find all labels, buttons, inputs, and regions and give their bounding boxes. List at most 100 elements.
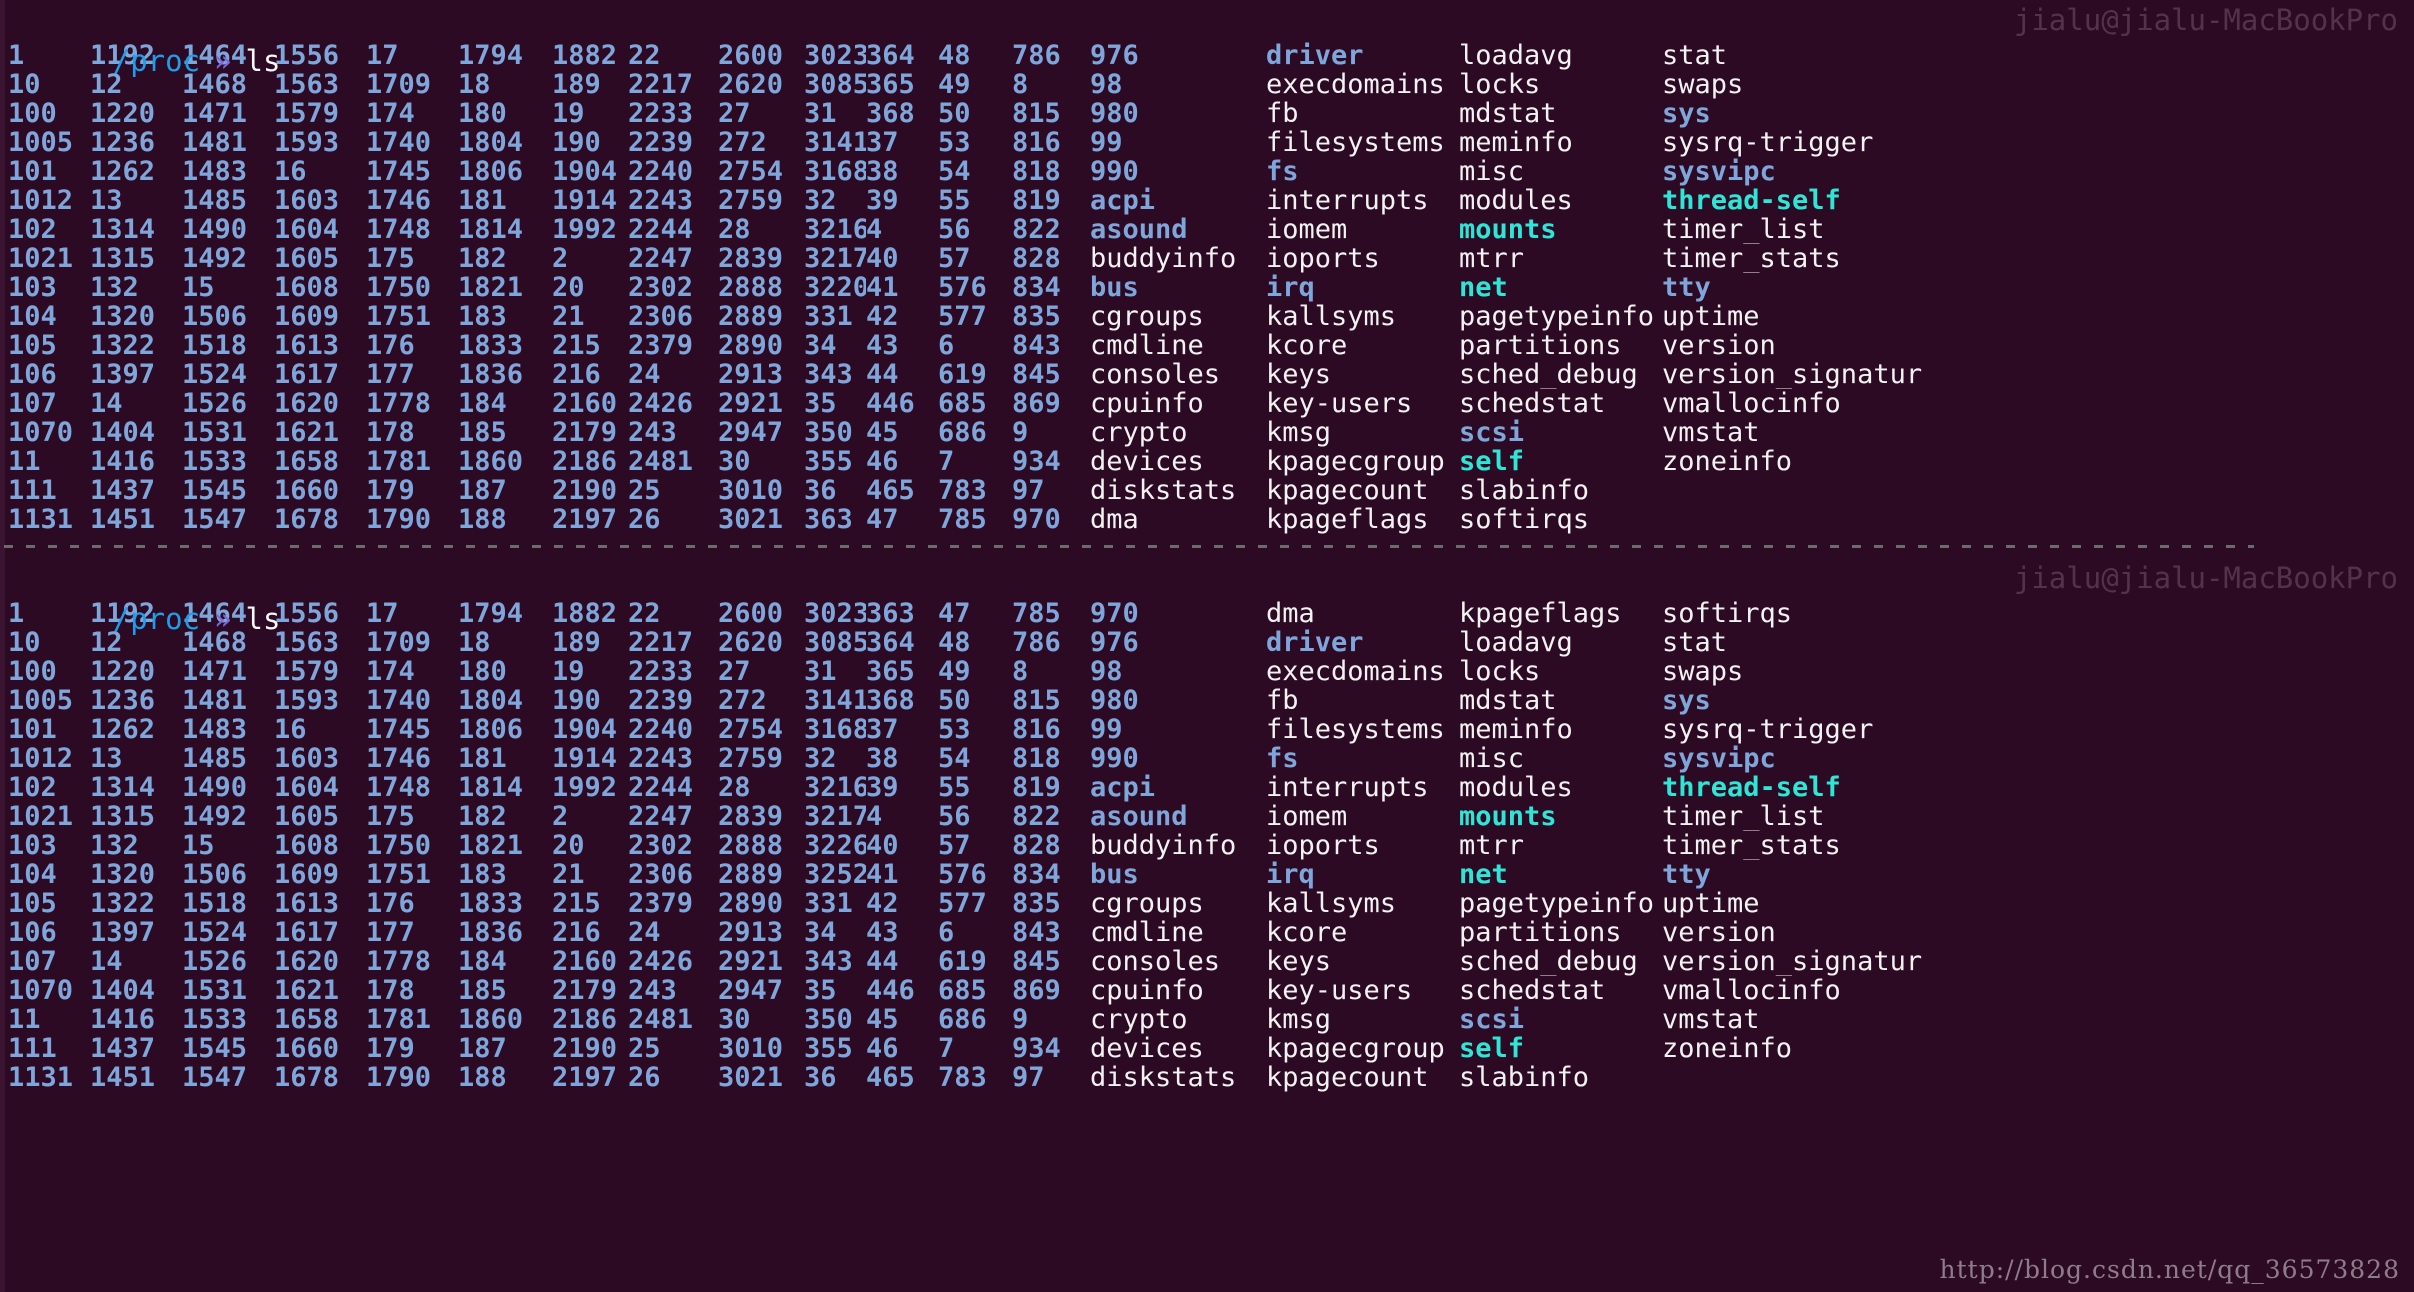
proc-pid-entry: 24	[628, 918, 661, 947]
proc-file-entry: sysrq-trigger	[1662, 128, 1874, 157]
proc-file-entry: kpageflags	[1266, 505, 1429, 534]
proc-pid-entry: 182	[458, 244, 507, 273]
proc-pid-entry: 1593	[274, 686, 340, 715]
proc-pid-entry: 43	[866, 331, 899, 360]
proc-pid-entry: 2186	[552, 447, 618, 476]
proc-file-entry: softirqs	[1459, 505, 1590, 534]
proc-file-entry: schedstat	[1459, 389, 1606, 418]
proc-symlink-entry: mounts	[1459, 802, 1557, 831]
proc-pid-entry: 1709	[366, 70, 432, 99]
proc-pid-entry: 54	[938, 157, 971, 186]
proc-pid-entry: 3141	[804, 128, 866, 157]
proc-file-entry: locks	[1459, 70, 1541, 99]
proc-pid-entry: 4	[866, 802, 883, 831]
proc-pid-entry: 2	[552, 244, 569, 273]
proc-file-entry: locks	[1459, 657, 1541, 686]
proc-pid-entry: 1485	[182, 744, 248, 773]
proc-file-entry: devices	[1090, 447, 1204, 476]
proc-pid-entry: 188	[458, 505, 507, 534]
proc-pid-entry: 178	[366, 976, 415, 1005]
proc-file-entry: stat	[1662, 628, 1728, 657]
proc-pid-entry: 1437	[90, 1034, 156, 1063]
proc-file-entry: execdomains	[1266, 657, 1445, 686]
ls-output-grid-2: 1 1192 1464 1556 17 1794 1882 22 2600 3023363 47 78…	[8, 599, 2414, 1092]
proc-pid-entry: 1609	[274, 860, 340, 889]
proc-directory-entry: tty	[1662, 273, 1711, 302]
proc-file-entry: vmallocinfo	[1662, 389, 1841, 418]
proc-pid-entry: 1526	[182, 389, 248, 418]
proc-pid-entry: 25	[628, 476, 661, 505]
proc-pid-entry: 26	[628, 505, 661, 534]
proc-pid-entry: 1236	[90, 128, 156, 157]
proc-pid-entry: 47	[866, 505, 899, 534]
ls-output-row: 104 1320 1506 1609 1751 183 21 2306 2889 325241 57…	[8, 860, 2414, 889]
proc-pid-entry: 1314	[90, 773, 156, 802]
proc-pid-entry: 1547	[182, 505, 248, 534]
proc-pid-entry: 111	[8, 1034, 57, 1063]
proc-pid-entry: 49	[938, 70, 971, 99]
proc-pid-entry: 2	[552, 802, 569, 831]
proc-pid-entry: 446	[866, 389, 915, 418]
proc-pid-entry: 104	[8, 860, 57, 889]
proc-pid-entry: 1579	[274, 99, 340, 128]
proc-pid-entry: 785	[1012, 599, 1061, 628]
proc-directory-entry: scsi	[1459, 418, 1525, 447]
proc-file-entry: kmsg	[1266, 1005, 1332, 1034]
proc-pid-entry: 2217	[628, 70, 694, 99]
proc-file-entry: execdomains	[1266, 70, 1445, 99]
proc-pid-entry: 176	[366, 331, 415, 360]
proc-pid-entry: 187	[458, 476, 507, 505]
proc-symlink-entry: net	[1459, 860, 1508, 889]
proc-file-entry: diskstats	[1090, 1063, 1237, 1092]
proc-pid-entry: 2839	[718, 244, 784, 273]
proc-pid-entry: 1621	[274, 418, 340, 447]
proc-pid-entry: 822	[1012, 802, 1061, 831]
proc-file-entry: swaps	[1662, 657, 1744, 686]
proc-pid-entry: 2913	[718, 918, 784, 947]
proc-pid-entry: 1070	[8, 976, 74, 1005]
proc-pid-entry: 1531	[182, 976, 248, 1005]
proc-pid-entry: 7	[938, 447, 955, 476]
prompt-command[interactable]: ls	[232, 602, 281, 636]
prompt-command[interactable]: ls	[232, 44, 281, 78]
proc-pid-entry: 37	[866, 715, 899, 744]
hostname-label: jialu@jialu-MacBookPro	[2013, 3, 2398, 37]
proc-file-entry: misc	[1459, 157, 1525, 186]
proc-file-entry: filesystems	[1266, 128, 1445, 157]
proc-pid-entry: 1804	[458, 686, 524, 715]
proc-pid-entry: 56	[938, 215, 971, 244]
proc-pid-entry: 331	[804, 302, 853, 331]
proc-pid-entry: 1315	[90, 802, 156, 831]
proc-pid-entry: 2239	[628, 686, 694, 715]
proc-pid-entry: 99	[1090, 128, 1123, 157]
proc-pid-entry: 2759	[718, 744, 784, 773]
proc-pid-entry: 104	[8, 302, 57, 331]
proc-pid-entry: 2179	[552, 976, 618, 1005]
ls-output-row: 1021 1315 1492 1605 175 182 2 2247 2839 32174 56 82…	[8, 802, 2414, 831]
proc-pid-entry: 350	[804, 418, 853, 447]
proc-file-entry: schedstat	[1459, 976, 1606, 1005]
proc-pid-entry: 1613	[274, 331, 340, 360]
proc-pid-entry: 1658	[274, 447, 340, 476]
proc-pid-entry: 2240	[628, 157, 694, 186]
proc-pid-entry: 97	[1012, 476, 1045, 505]
proc-pid-entry: 41	[866, 860, 899, 889]
proc-file-entry: ioports	[1266, 831, 1380, 860]
proc-pid-entry: 815	[1012, 686, 1061, 715]
proc-file-entry: kpagecgroup	[1266, 1034, 1445, 1063]
proc-pid-entry: 1860	[458, 447, 524, 476]
proc-pid-entry: 183	[458, 302, 507, 331]
proc-pid-entry: 1740	[366, 128, 432, 157]
proc-pid-entry: 783	[938, 476, 987, 505]
proc-pid-entry: 843	[1012, 331, 1061, 360]
proc-pid-entry: 1904	[552, 157, 618, 186]
proc-pid-entry: 38	[866, 157, 899, 186]
ls-output-row: 11 1416 1533 1658 1781 1860 2186 2481 30 355 46 7 93…	[8, 447, 2414, 476]
proc-file-entry: cmdline	[1090, 331, 1204, 360]
proc-file-entry: version_signature	[1662, 360, 1922, 389]
proc-pid-entry: 2600	[718, 599, 784, 628]
proc-file-entry: consoles	[1090, 947, 1221, 976]
proc-pid-entry: 8	[1012, 657, 1029, 686]
ls-output-row: 1131 1451 1547 1678 1790 188 2197 26 3021 36 465 78…	[8, 1063, 2414, 1092]
proc-pid-entry: 1836	[458, 918, 524, 947]
